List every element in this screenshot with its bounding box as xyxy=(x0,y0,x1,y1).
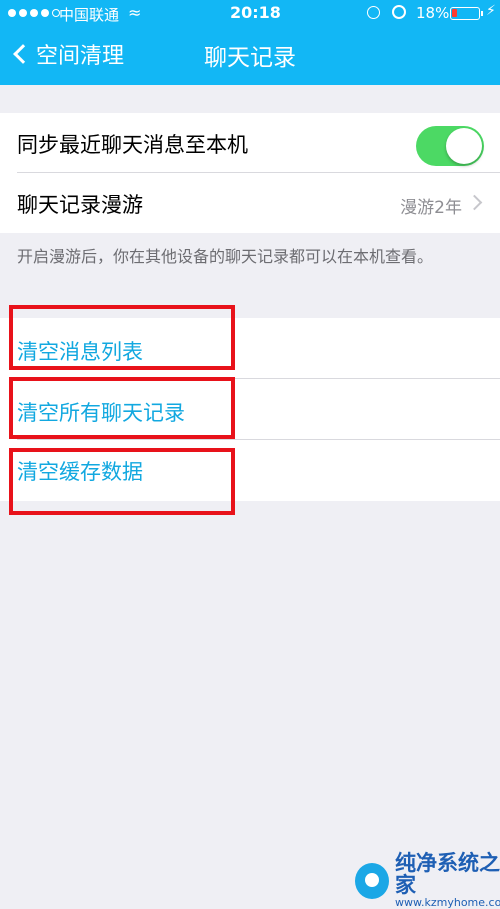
sync-toggle[interactable] xyxy=(416,126,484,166)
roaming-row[interactable]: 聊天记录漫游 漫游2年 xyxy=(0,173,500,233)
status-time: 20:18 xyxy=(230,3,281,22)
watermark-name: 纯净系统之家 xyxy=(395,851,500,897)
clear-all-chats-button[interactable]: 清空所有聊天记录 xyxy=(0,379,500,440)
alarm-icon xyxy=(392,5,406,19)
carrier-name: 中国联通 xyxy=(59,6,120,24)
battery-percent: 18% xyxy=(416,4,450,22)
sync-row: 同步最近聊天消息至本机 xyxy=(0,113,500,173)
battery-level-fill xyxy=(452,9,457,17)
page-title: 聊天记录 xyxy=(204,45,296,71)
roaming-value: 漫游2年 xyxy=(400,198,462,218)
sync-label: 同步最近聊天消息至本机 xyxy=(17,133,248,157)
watermark-url: www.kzmyhome.com xyxy=(395,896,500,909)
clear-cache-label: 清空缓存数据 xyxy=(17,460,143,484)
toggle-knob xyxy=(446,128,482,164)
wifi-icon: ≈ xyxy=(128,3,142,22)
battery-icon xyxy=(450,7,480,20)
clear-cache-button[interactable]: 清空缓存数据 xyxy=(0,440,500,501)
watermark-logo-icon xyxy=(355,862,389,899)
clear-message-list-button[interactable]: 清空消息列表 xyxy=(0,318,500,379)
status-bar: 中国联通 ≈ 20:18 18% ⚡ xyxy=(0,0,500,28)
signal-strength-icon xyxy=(8,9,60,17)
watermark: 纯净系统之家 www.kzmyhome.com xyxy=(355,852,500,909)
clear-message-list-label: 清空消息列表 xyxy=(17,340,143,364)
roaming-label: 聊天记录漫游 xyxy=(17,193,143,217)
clear-actions-group: 清空消息列表 清空所有聊天记录 清空缓存数据 xyxy=(0,318,500,501)
clear-all-chats-label: 清空所有聊天记录 xyxy=(17,401,185,425)
rotation-lock-icon xyxy=(367,6,380,19)
roaming-note: 开启漫游后，你在其他设备的聊天记录都可以在本机查看。 xyxy=(17,247,434,266)
charging-icon: ⚡ xyxy=(486,3,496,19)
top-bar: 中国联通 ≈ 20:18 18% ⚡ 空间清理 聊天记录 xyxy=(0,0,500,85)
chevron-right-icon xyxy=(466,194,483,211)
battery-tip xyxy=(481,11,483,16)
sync-settings-group: 同步最近聊天消息至本机 聊天记录漫游 漫游2年 xyxy=(0,113,500,233)
